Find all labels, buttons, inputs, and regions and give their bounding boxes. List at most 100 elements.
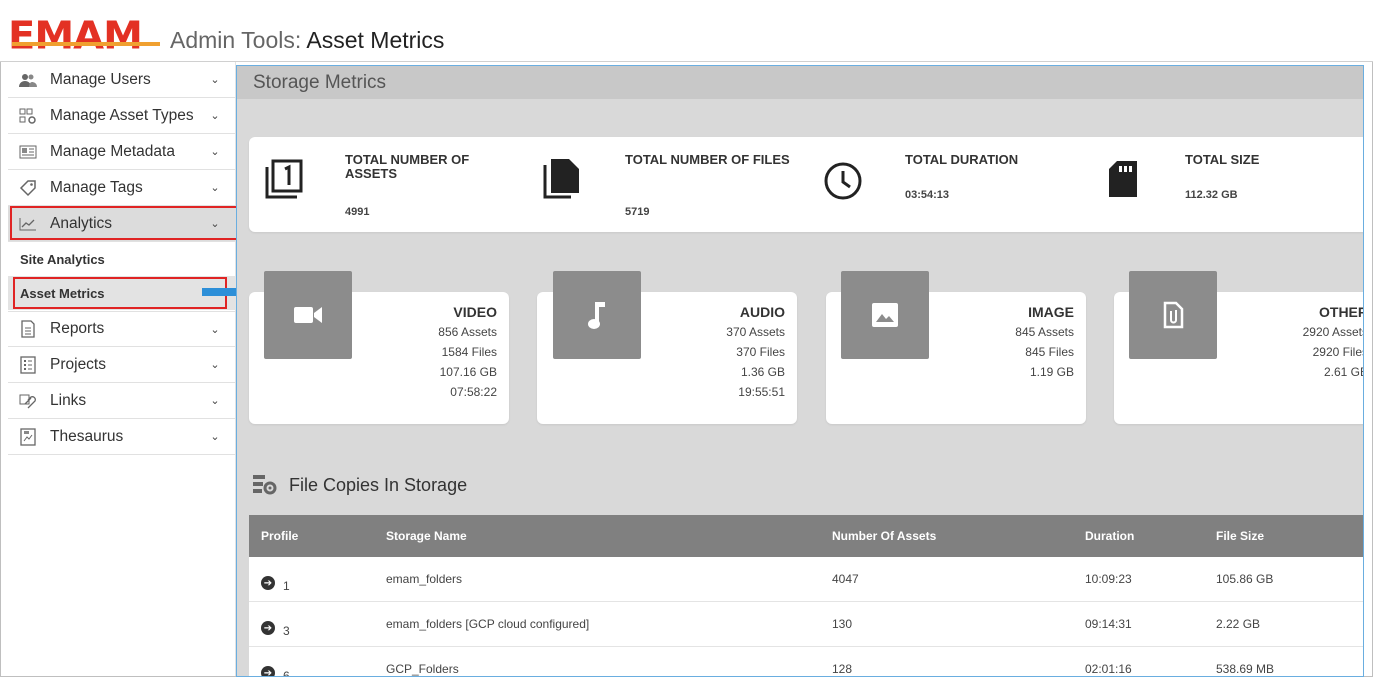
metadata-icon xyxy=(18,143,38,161)
file-size: 538.69 MB xyxy=(1216,662,1275,676)
report-icon xyxy=(18,320,38,338)
sidebar-item-links[interactable]: Links ⌄ xyxy=(8,383,236,419)
chevron-down-icon[interactable]: ⌄ xyxy=(208,109,222,122)
type-assets: 370 Assets xyxy=(726,325,785,339)
arrow-circle-right-icon[interactable]: ➔ xyxy=(261,621,275,635)
app-header: EMAM Admin Tools: Asset Metrics xyxy=(0,0,1373,62)
other-icon-box xyxy=(1129,271,1217,359)
type-files: 1584 Files xyxy=(441,345,497,359)
storage-name: emam_folders [GCP cloud configured] xyxy=(386,617,590,631)
type-files: 370 Files xyxy=(736,345,785,359)
video-camera-icon xyxy=(294,307,322,323)
chevron-down-icon[interactable]: ⌄ xyxy=(208,430,222,443)
sidebar-subitem-site-analytics[interactable]: Site Analytics xyxy=(8,242,236,276)
sidebar-item-thesaurus[interactable]: Thesaurus ⌄ xyxy=(8,419,236,455)
sidebar-item-label: Manage Metadata xyxy=(50,142,175,160)
type-name: IMAGE xyxy=(1028,304,1074,320)
header-duration[interactable]: Duration xyxy=(1085,529,1134,543)
total-assets: TOTAL NUMBER OF ASSETS 4991 xyxy=(249,137,529,232)
storage-name: emam_folders xyxy=(386,572,463,586)
total-label: TOTAL SIZE xyxy=(1185,152,1260,167)
type-size: 1.19 GB xyxy=(1029,365,1074,379)
sidebar: Manage Users ⌄ Manage Asset Types ⌄ Mana… xyxy=(8,62,238,676)
sd-card-icon xyxy=(1109,161,1137,197)
sidebar-item-projects[interactable]: Projects ⌄ xyxy=(8,347,236,383)
sidebar-item-reports[interactable]: Reports ⌄ xyxy=(8,311,236,347)
type-name: VIDEO xyxy=(453,304,497,320)
page-title-prefix: Admin Tools: xyxy=(170,27,307,53)
profile-id: 1 xyxy=(283,579,290,593)
sidebar-item-label: Manage Asset Types xyxy=(50,106,194,124)
table-row[interactable]: ➔ 1 emam_folders 4047 10:09:23 105.86 GB xyxy=(249,557,1363,602)
files-icon xyxy=(543,159,579,199)
link-icon xyxy=(18,392,38,410)
attachment-icon xyxy=(1163,301,1184,329)
file-copies-table: Profile Storage Name Number Of Assets Du… xyxy=(249,515,1363,676)
music-note-icon xyxy=(588,302,605,329)
sidebar-item-label: Manage Users xyxy=(50,70,151,88)
analytics-highlight-box xyxy=(10,206,238,240)
total-value: 5719 xyxy=(625,206,650,218)
page-title-main: Asset Metrics xyxy=(306,27,445,53)
section-title-storage-metrics: Storage Metrics xyxy=(253,72,387,93)
header-profile[interactable]: Profile xyxy=(261,529,298,543)
asset-types-icon xyxy=(18,107,38,125)
chevron-down-icon[interactable]: ⌄ xyxy=(208,358,222,371)
type-duration: 07:58:22 xyxy=(450,385,497,399)
total-files: TOTAL NUMBER OF FILES 5719 xyxy=(529,137,809,232)
type-size: 1.36 GB xyxy=(740,365,785,379)
chevron-down-icon[interactable]: ⌄ xyxy=(208,73,222,86)
sidebar-item-label: Manage Tags xyxy=(50,178,143,196)
type-assets: 856 Assets xyxy=(438,325,497,339)
arrow-circle-right-icon[interactable]: ➔ xyxy=(261,576,275,590)
assets-count-icon xyxy=(265,159,303,199)
emam-logo[interactable]: EMAM xyxy=(8,14,143,58)
storage-name: GCP_Folders xyxy=(386,662,459,676)
chevron-down-icon[interactable]: ⌄ xyxy=(208,181,222,194)
arrow-circle-right-icon[interactable]: ➔ xyxy=(261,666,275,676)
sidebar-item-label: Links xyxy=(50,391,87,409)
total-value: 03:54:13 xyxy=(905,189,950,201)
sidebar-item-manage-users[interactable]: Manage Users ⌄ xyxy=(8,62,236,98)
profile-cell: ➔ 3 xyxy=(261,618,290,638)
type-files: 2920 Files xyxy=(1312,345,1364,359)
table-row[interactable]: ➔ 3 emam_folders [GCP cloud configured] … xyxy=(249,602,1363,647)
type-size: 107.16 GB xyxy=(439,365,497,379)
asset-count: 130 xyxy=(832,617,853,631)
logo-text: EMAM xyxy=(8,14,143,58)
page-title: Admin Tools: Asset Metrics xyxy=(170,27,444,54)
duration: 09:14:31 xyxy=(1085,617,1132,631)
table-row[interactable]: ➔ 6 GCP_Folders 128 02:01:16 538.69 MB xyxy=(249,647,1363,676)
type-name: OTHER xyxy=(1319,304,1364,320)
asset-count: 4047 xyxy=(832,572,859,586)
sidebar-item-label: Thesaurus xyxy=(50,427,124,445)
sidebar-item-manage-tags[interactable]: Manage Tags ⌄ xyxy=(8,170,236,206)
sidebar-item-manage-metadata[interactable]: Manage Metadata ⌄ xyxy=(8,134,236,170)
audio-icon-box xyxy=(553,271,641,359)
total-label: TOTAL DURATION xyxy=(905,152,1019,167)
video-icon-box xyxy=(264,271,352,359)
sidebar-item-label: Projects xyxy=(50,355,106,373)
duration: 02:01:16 xyxy=(1085,662,1132,676)
type-assets: 2920 Assets xyxy=(1302,325,1364,339)
sidebar-item-manage-asset-types[interactable]: Manage Asset Types ⌄ xyxy=(8,98,236,134)
profile-cell: ➔ 1 xyxy=(261,573,290,593)
header-number-of-assets[interactable]: Number Of Assets xyxy=(832,529,936,543)
users-icon xyxy=(18,71,38,89)
tag-icon xyxy=(18,179,38,197)
type-name: AUDIO xyxy=(739,304,785,320)
chevron-down-icon[interactable]: ⌄ xyxy=(208,145,222,158)
table-header: Profile Storage Name Number Of Assets Du… xyxy=(249,515,1363,557)
image-icon xyxy=(872,303,898,327)
file-copies-heading: File Copies In Storage xyxy=(253,474,467,496)
chevron-down-icon[interactable]: ⌄ xyxy=(208,323,222,336)
sidebar-subitem-label: Site Analytics xyxy=(20,251,105,267)
chevron-down-icon[interactable]: ⌄ xyxy=(208,394,222,407)
header-storage-name[interactable]: Storage Name xyxy=(386,529,467,543)
header-file-size[interactable]: File Size xyxy=(1216,529,1264,543)
type-size: 2.61 GB xyxy=(1323,365,1364,379)
asset-metrics-highlight-box xyxy=(13,277,227,309)
total-duration: TOTAL DURATION 03:54:13 xyxy=(809,137,1089,232)
total-label: TOTAL NUMBER OF FILES xyxy=(625,152,790,167)
storage-settings-icon xyxy=(253,475,277,495)
